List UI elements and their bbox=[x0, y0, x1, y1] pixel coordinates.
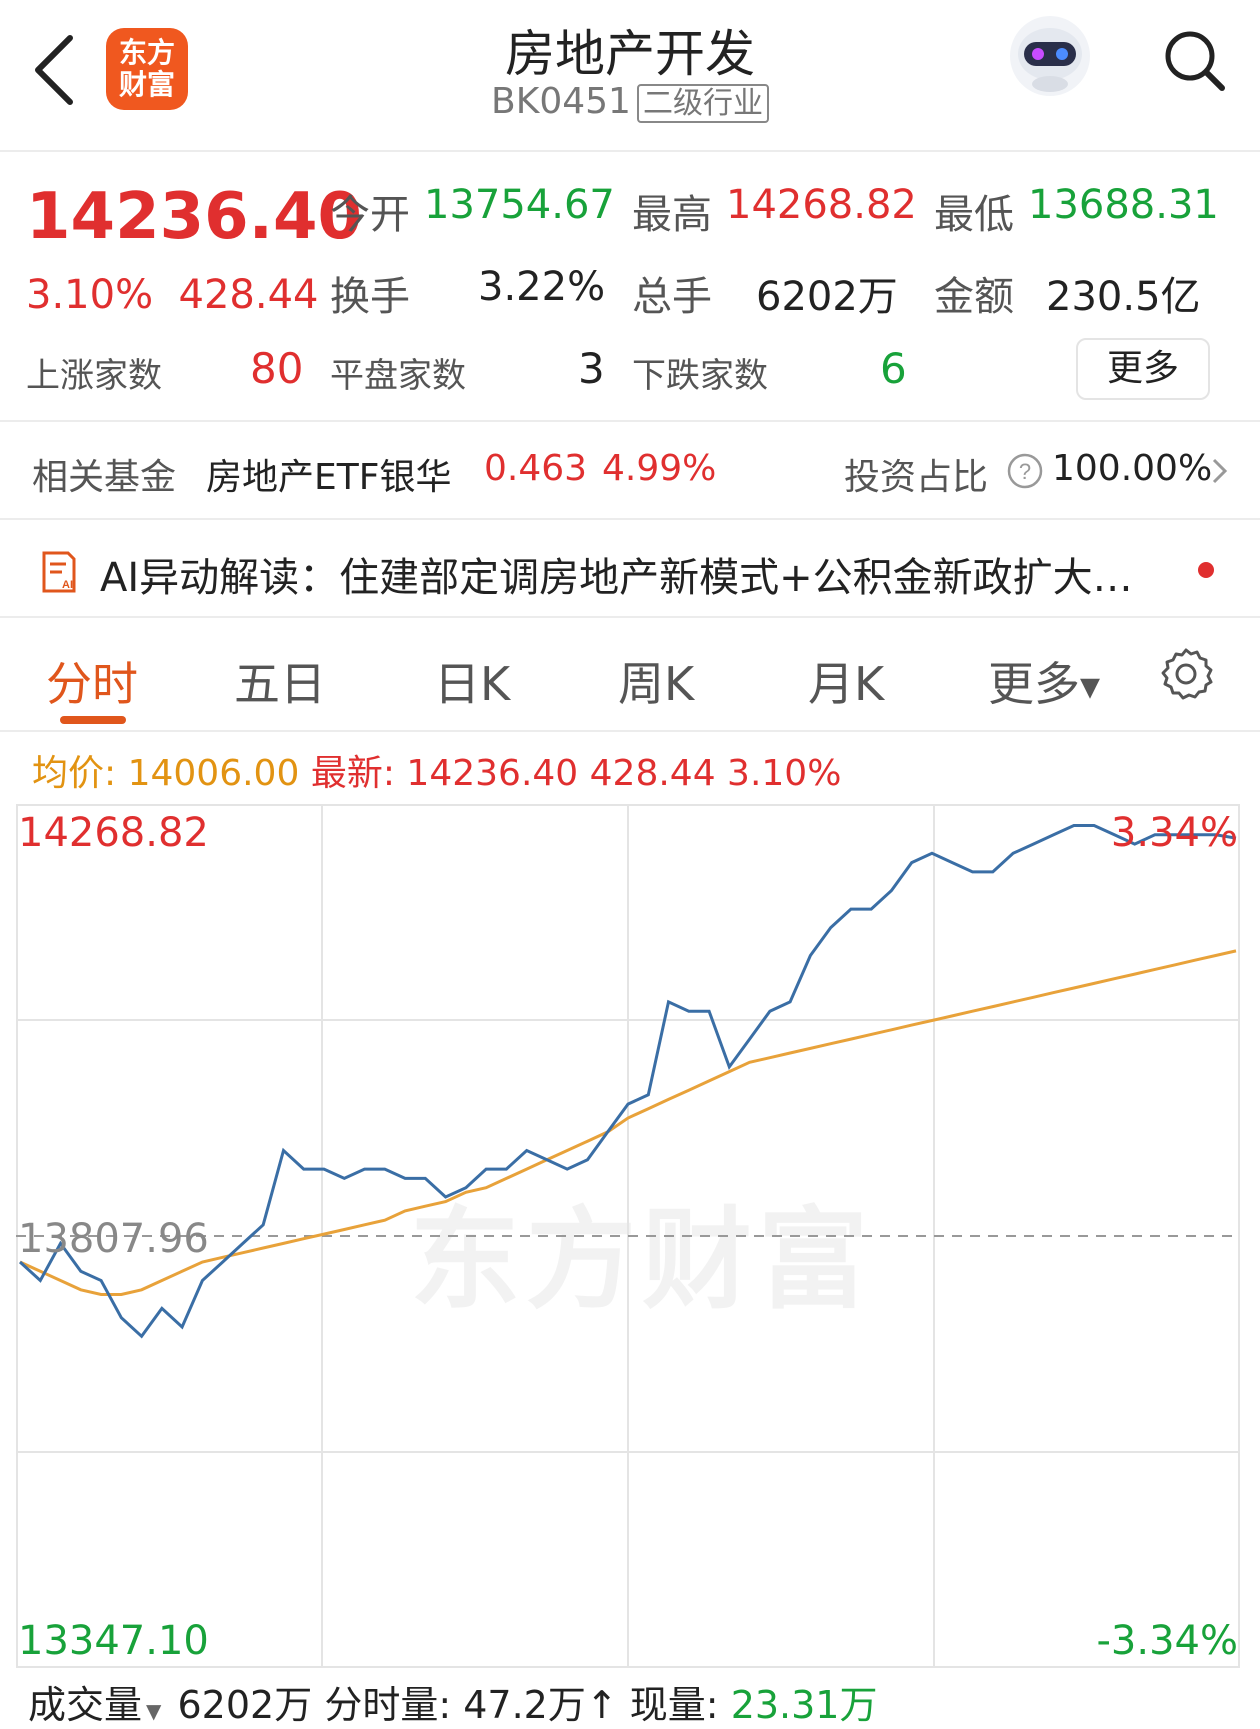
change-percent: 3.10% bbox=[26, 272, 154, 318]
tick-volume-value: 47.2万 bbox=[463, 1683, 586, 1727]
tab-more[interactable]: 更多▼ bbox=[988, 648, 1100, 714]
chevron-right-icon[interactable] bbox=[1210, 456, 1230, 486]
y-min-label: 13347.10 bbox=[18, 1618, 209, 1664]
svg-text:?: ? bbox=[1019, 459, 1031, 484]
ai-divider bbox=[0, 616, 1260, 618]
current-volume-label: 现量: bbox=[629, 1683, 719, 1727]
active-tab-indicator bbox=[60, 716, 126, 724]
avg-price-label: 均价: bbox=[32, 753, 117, 794]
turnover-label: 换手 bbox=[330, 274, 410, 320]
back-arrow-icon[interactable] bbox=[28, 30, 88, 110]
up-arrow-icon: ↑ bbox=[585, 1683, 618, 1727]
amount-label: 金额 bbox=[934, 274, 1014, 320]
sector-code-line: BK0451 二级行业 bbox=[380, 78, 880, 123]
help-icon[interactable]: ? bbox=[1006, 452, 1044, 490]
rising-count: 80 bbox=[250, 344, 304, 393]
y-max-label: 14268.82 bbox=[18, 810, 209, 856]
tab-monthly-k[interactable]: 月K bbox=[808, 648, 884, 714]
fund-name[interactable]: 房地产ETF银华 bbox=[206, 448, 451, 500]
fund-price: 0.463 bbox=[484, 448, 588, 489]
tab-more-label: 更多 bbox=[988, 657, 1080, 711]
latest-label: 最新: bbox=[310, 753, 395, 794]
related-fund-label: 相关基金 bbox=[32, 457, 177, 498]
flat-count-label: 平盘家数 bbox=[330, 356, 466, 396]
dropdown-caret-icon: ▼ bbox=[146, 1699, 162, 1723]
tab-daily-k[interactable]: 日K bbox=[434, 648, 510, 714]
logo-text-1: 东方 bbox=[118, 36, 175, 69]
fund-change-pct: 4.99% bbox=[602, 448, 717, 489]
quote-divider bbox=[0, 420, 1260, 422]
change-amount: 428.44 bbox=[178, 272, 319, 318]
logo-text-2: 财富 bbox=[118, 68, 175, 101]
fund-divider bbox=[0, 518, 1260, 520]
search-icon[interactable] bbox=[1158, 24, 1230, 96]
gear-icon[interactable] bbox=[1156, 644, 1216, 704]
tab-intraday[interactable]: 分时 bbox=[46, 648, 138, 714]
header-divider bbox=[0, 150, 1260, 152]
tick-volume-label: 分时量: bbox=[324, 1683, 452, 1727]
volume-line: 成交量 ▼ 6202万 分时量: 47.2万↑ 现量: 23.31万 bbox=[28, 1674, 877, 1729]
volume-total: 6202万 bbox=[177, 1683, 313, 1727]
amount-value: 230.5亿 bbox=[1046, 274, 1201, 320]
investment-ratio-label: 投资占比 bbox=[844, 457, 989, 498]
rising-count-label: 上涨家数 bbox=[26, 356, 162, 396]
avg-price-value: 14006.00 bbox=[127, 753, 300, 794]
y-mid-label: 13807.96 bbox=[18, 1216, 209, 1262]
unread-dot bbox=[1198, 562, 1214, 578]
tab-weekly-k[interactable]: 周K bbox=[618, 648, 694, 714]
high-label: 最高 bbox=[632, 192, 712, 238]
low-label: 最低 bbox=[934, 192, 1014, 238]
low-value: 13688.31 bbox=[1028, 182, 1219, 228]
volume-value: 6202万 bbox=[756, 274, 898, 320]
volume-selector[interactable]: 成交量 ▼ bbox=[28, 1683, 165, 1727]
ai-insight-text[interactable]: AI异动解读：住建部定调房地产新模式+公积金新政扩大… bbox=[100, 545, 1133, 603]
ai-document-icon: AI bbox=[40, 550, 78, 594]
current-volume-value: 23.31万 bbox=[730, 1683, 878, 1727]
more-stats-button[interactable]: 更多 bbox=[1076, 338, 1210, 400]
pct-min-label: -3.34% bbox=[1096, 1618, 1238, 1664]
volume-selector-label: 成交量 bbox=[28, 1683, 143, 1727]
investment-ratio-value: 100.00% bbox=[1052, 448, 1213, 489]
dropdown-caret-icon: ▼ bbox=[1080, 672, 1100, 703]
tabs-divider bbox=[0, 730, 1260, 732]
sector-code: BK0451 bbox=[491, 81, 631, 122]
price-info-line: 均价: 14006.00 最新: 14236.40 428.44 3.10% bbox=[32, 744, 841, 796]
high-value: 14268.82 bbox=[726, 182, 917, 228]
sector-level-badge: 二级行业 bbox=[636, 84, 769, 123]
falling-count-label: 下跌家数 bbox=[632, 356, 768, 396]
open-value: 13754.67 bbox=[424, 182, 615, 228]
flat-count: 3 bbox=[578, 344, 605, 393]
falling-count: 6 bbox=[880, 344, 907, 393]
latest-value: 14236.40 428.44 3.10% bbox=[406, 753, 842, 794]
ai-robot-avatar-icon[interactable] bbox=[1004, 10, 1096, 102]
pct-max-label: 3.34% bbox=[1110, 810, 1238, 856]
page-title: 房地产开发 bbox=[505, 25, 755, 83]
tab-five-day[interactable]: 五日 bbox=[234, 648, 326, 714]
app-logo[interactable]: 东方 财富 bbox=[106, 28, 188, 110]
open-label: 今开 bbox=[330, 192, 410, 238]
turnover-value: 3.22% bbox=[478, 264, 606, 310]
volume-label: 总手 bbox=[632, 274, 712, 320]
svg-text:AI: AI bbox=[62, 579, 73, 591]
current-price: 14236.40 bbox=[26, 180, 363, 254]
price-change: 3.10% 428.44 bbox=[26, 272, 318, 318]
